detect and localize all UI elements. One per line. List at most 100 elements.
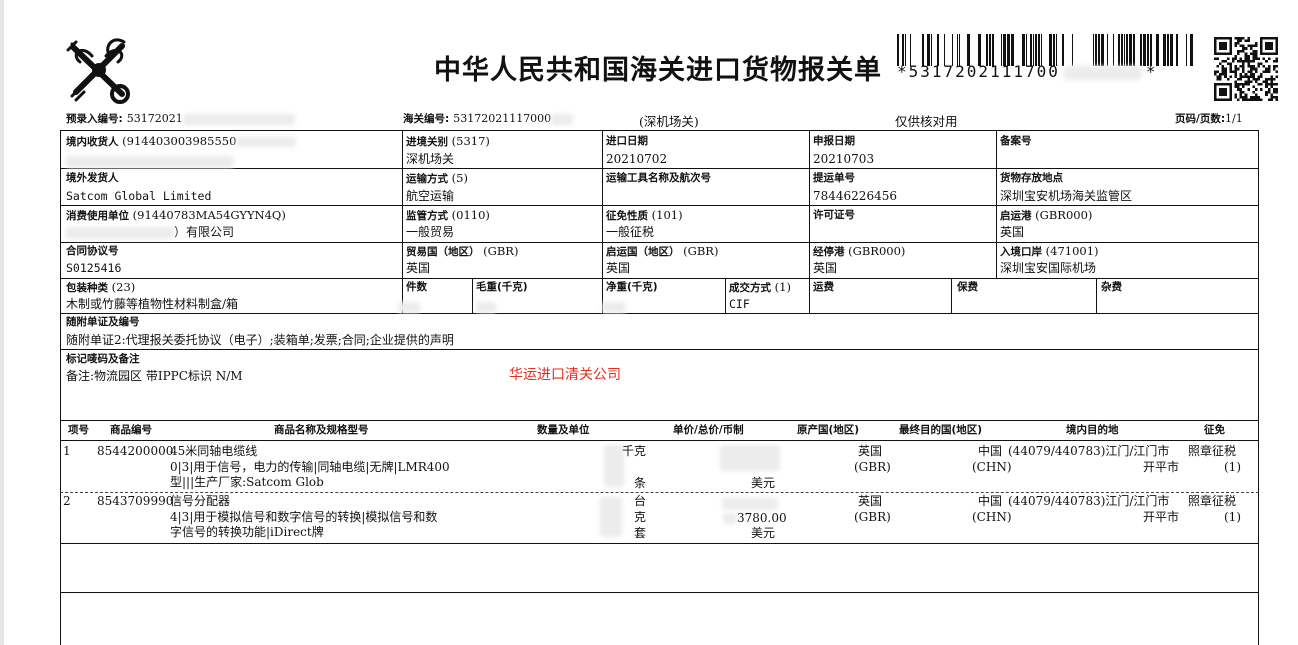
goods-dest-place: (44079/440783)江门/江门市 [1008, 444, 1170, 458]
qr-module [1239, 83, 1243, 86]
qr-module [1239, 49, 1243, 53]
qr-module [1260, 72, 1263, 76]
goods-levy-code: (1) [1224, 460, 1241, 474]
qr-module [1247, 83, 1250, 86]
qr-module [1272, 95, 1276, 99]
entry-port-head: 入境口岸 (471001) [1000, 244, 1099, 259]
qr-module [1247, 98, 1250, 101]
qr-module [1229, 75, 1232, 78]
qr-module [1219, 77, 1222, 81]
qr-module [1247, 54, 1250, 58]
qr-module [1257, 62, 1261, 66]
qr-module [1234, 44, 1238, 48]
qr-module [1224, 72, 1227, 76]
qr-module [1254, 54, 1258, 58]
transport-mode-code: (5) [451, 171, 468, 185]
redacted-customs-no [551, 113, 574, 125]
qr-module [1219, 42, 1227, 50]
pieces-label: 件数 [406, 281, 427, 293]
goods-origin-code: (GBR) [854, 510, 891, 524]
qr-module [1252, 65, 1255, 68]
qr-module [1244, 75, 1248, 78]
qr-module [1252, 85, 1255, 89]
consignee-name-redacted [66, 151, 234, 170]
transport-mode-value: 航空运输 [406, 189, 455, 203]
goods-spec-2: 型|||生产厂家:Satcom Glob [170, 475, 324, 489]
qr-module [1244, 98, 1248, 101]
qr-module [1239, 90, 1243, 94]
qr-module [1237, 39, 1240, 43]
qr-module [1252, 57, 1255, 61]
net-value-redacted [602, 297, 626, 316]
qr-module [1237, 77, 1240, 81]
customs-declaration-page: 中华人民共和国海关进口货物报关单 *5317202111700 * 预录入编号: 5… [0, 0, 1298, 645]
qr-module [1254, 93, 1258, 96]
entry-port-label: 入境口岸 [1000, 246, 1042, 258]
qr-module [1234, 80, 1238, 84]
declare-date-label: 申报日期 [813, 135, 855, 147]
qr-module [1234, 70, 1238, 73]
qr-module [1242, 75, 1245, 78]
qr-module [1214, 70, 1217, 73]
qr-module [1252, 54, 1255, 58]
goods-dest-place-2: 开平市 [1143, 460, 1180, 474]
qr-module [1224, 75, 1227, 78]
qr-module [1275, 70, 1278, 73]
qr-module [1234, 57, 1238, 61]
trade-country-label: 贸易国（地区） [406, 246, 480, 258]
trade-country-head: 贸易国（地区） (GBR) [406, 244, 518, 259]
qr-module [1239, 72, 1243, 76]
stop-port-head: 经停港 (GBR000) [813, 244, 905, 259]
qr-module [1234, 37, 1238, 40]
entry-office-value: 深机场关 [406, 152, 455, 166]
goods-unit-2: 克 [634, 510, 647, 524]
declare-date-value: 20210703 [813, 152, 875, 166]
barcode-bar [1170, 34, 1173, 66]
qr-module [1237, 85, 1240, 89]
qr-module [1216, 70, 1220, 73]
qr-module [1262, 80, 1266, 84]
qr-module [1244, 83, 1248, 86]
qr-module [1239, 44, 1243, 48]
qr-module [1237, 52, 1240, 55]
qr-module [1247, 80, 1250, 84]
qr-module [1242, 85, 1245, 89]
pieces-value-redacted [398, 297, 420, 316]
col-no: 项号 [68, 424, 89, 436]
qr-module [1244, 80, 1248, 84]
departure-port-code: (GBR000) [1035, 208, 1093, 222]
goods-currency: 美元 [751, 526, 776, 540]
departure-port-head: 启运港 (GBR000) [1000, 208, 1092, 223]
marks-value: 备注:物流园区 带IPPC标识 N/M [66, 369, 243, 383]
qr-module [1265, 77, 1268, 81]
col-dest-country: 最终目的国(地区) [899, 424, 983, 436]
qr-module [1242, 70, 1245, 73]
qr-module [1239, 93, 1243, 96]
redacted-consumer-name [66, 226, 174, 239]
qr-module [1270, 95, 1273, 99]
qr-module [1275, 75, 1278, 78]
goods-qty-redacted [604, 445, 624, 487]
qr-module [1234, 83, 1238, 86]
qr-module [1265, 83, 1268, 86]
qr-module [1239, 57, 1243, 61]
package-label: 包装种类 [66, 282, 108, 294]
qr-module [1249, 52, 1253, 55]
supervision-label: 监管方式 [406, 210, 448, 222]
origin-country-code: (GBR) [683, 244, 719, 258]
qr-module [1239, 37, 1243, 40]
col-name: 商品名称及规格型号 [274, 424, 369, 436]
qr-module [1252, 49, 1255, 53]
qr-module [1234, 54, 1238, 58]
qr-module [1275, 57, 1278, 61]
qr-module [1267, 88, 1271, 91]
qr-module [1247, 60, 1250, 63]
qr-module [1247, 39, 1250, 43]
contract-label: 合同协议号 [66, 245, 119, 257]
qr-module [1254, 95, 1258, 99]
package-head: 包装种类 (23) [66, 280, 135, 295]
redacted-pre-entry [182, 113, 295, 125]
qr-module [1249, 72, 1253, 76]
page-title: 中华人民共和国海关进口货物报关单 [434, 55, 882, 86]
qr-module [1275, 60, 1278, 63]
